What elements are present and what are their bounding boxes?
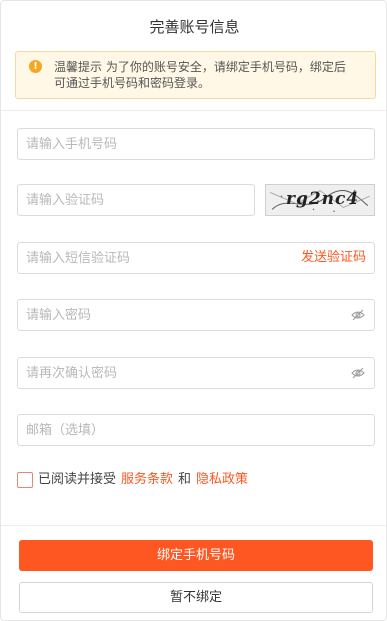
dialog-title: 完善账号信息 [149,18,240,36]
terms-link[interactable]: 服务条款 [121,472,173,488]
password-field[interactable] [17,299,375,331]
captcha-input[interactable] [18,185,254,215]
eye-off-icon[interactable] [351,309,365,321]
divider [1,525,387,526]
bind-phone-dialog: 完善账号信息 ! 温馨提示 为了你的账号安全，请绑定手机号码，绑定后可通过手机号… [0,0,387,621]
agreement-prefix: 已阅读并接受 [38,472,117,487]
warning-tip: ! 温馨提示 为了你的账号安全，请绑定手机号码，绑定后可通过手机号码和密码登录。 [15,51,376,99]
confirm-password-field[interactable] [17,357,375,389]
skip-binding-button[interactable]: 暂不绑定 [19,582,373,613]
captcha-image[interactable]: rg2nc4 [265,184,375,216]
warning-icon: ! [29,60,42,73]
warning-tip-text: 温馨提示 为了你的账号安全，请绑定手机号码，绑定后可通过手机号码和密码登录。 [54,60,346,90]
email-input[interactable] [18,415,374,445]
agreement-conjunction: 和 [178,472,192,487]
bind-phone-button[interactable]: 绑定手机号码 [19,540,373,571]
eye-off-icon[interactable] [351,367,365,379]
divider [1,110,387,111]
captcha-field[interactable] [17,184,255,216]
privacy-link[interactable]: 隐私政策 [196,472,248,488]
captcha-text: rg2nc4 [286,189,360,209]
confirm-password-input[interactable] [18,358,374,388]
sms-code-field[interactable]: 发送验证码 [17,242,375,274]
password-input[interactable] [18,300,374,330]
email-field[interactable] [17,414,375,446]
phone-field[interactable] [17,128,375,160]
phone-input[interactable] [18,129,374,159]
send-code-button[interactable]: 发送验证码 [301,250,366,266]
agreement-checkbox[interactable] [17,472,33,488]
agreement-row: 已阅读并接受 服务条款 和 隐私政策 [17,472,248,488]
